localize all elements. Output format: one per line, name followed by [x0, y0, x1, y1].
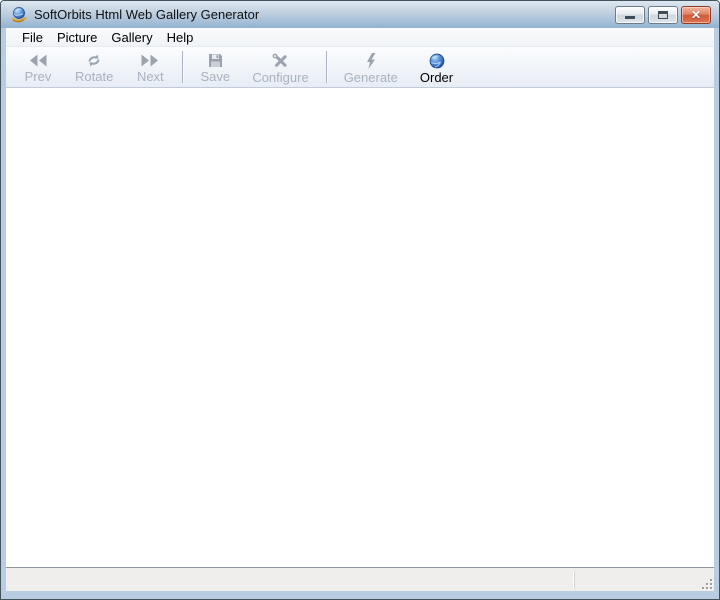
menu-file[interactable]: File — [15, 29, 50, 46]
prev-button[interactable]: Prev — [12, 48, 64, 86]
generate-icon — [361, 53, 381, 69]
rotate-label: Rotate — [75, 69, 114, 84]
menubar: File Picture Gallery Help — [6, 28, 714, 46]
globe-icon — [427, 53, 447, 69]
window-title: SoftOrbits Html Web Gallery Generator — [34, 7, 260, 22]
maximize-button[interactable] — [648, 6, 678, 24]
menu-help[interactable]: Help — [160, 29, 201, 46]
close-button[interactable]: ✕ — [681, 6, 711, 24]
maximize-icon — [658, 11, 668, 19]
configure-icon — [271, 53, 291, 69]
prev-label: Prev — [24, 69, 52, 84]
prev-icon — [28, 53, 48, 68]
configure-label: Configure — [252, 70, 309, 85]
next-label: Next — [136, 69, 164, 84]
toolbar-separator — [325, 51, 327, 83]
menu-picture[interactable]: Picture — [50, 29, 104, 46]
order-label: Order — [419, 70, 454, 85]
statusbar — [6, 567, 714, 591]
minimize-button[interactable] — [615, 6, 645, 24]
next-icon — [140, 53, 160, 68]
close-icon: ✕ — [690, 8, 702, 22]
rotate-button[interactable]: Rotate — [64, 48, 124, 86]
save-icon — [205, 53, 225, 68]
app-window: SoftOrbits Html Web Gallery Generator ✕ … — [0, 0, 720, 600]
window-controls: ✕ — [615, 6, 711, 24]
softorbits-globe-icon — [10, 6, 28, 24]
order-button[interactable]: Order — [409, 48, 464, 86]
menu-gallery[interactable]: Gallery — [104, 29, 159, 46]
rotate-icon — [84, 53, 104, 68]
resize-grip-icon[interactable] — [699, 576, 713, 590]
titlebar[interactable]: SoftOrbits Html Web Gallery Generator ✕ — [1, 1, 719, 28]
save-label: Save — [200, 69, 231, 84]
generate-button[interactable]: Generate — [333, 48, 409, 86]
status-panel-right — [574, 570, 714, 589]
toolbar-separator — [182, 51, 184, 83]
gallery-content-area[interactable] — [6, 88, 714, 567]
generate-label: Generate — [343, 70, 398, 85]
next-button[interactable]: Next — [124, 48, 176, 86]
minimize-icon — [625, 16, 635, 19]
configure-button[interactable]: Configure — [241, 48, 319, 86]
save-button[interactable]: Save — [189, 48, 241, 86]
toolbar: Prev Rotate Next Save Configure Generate… — [6, 46, 714, 88]
